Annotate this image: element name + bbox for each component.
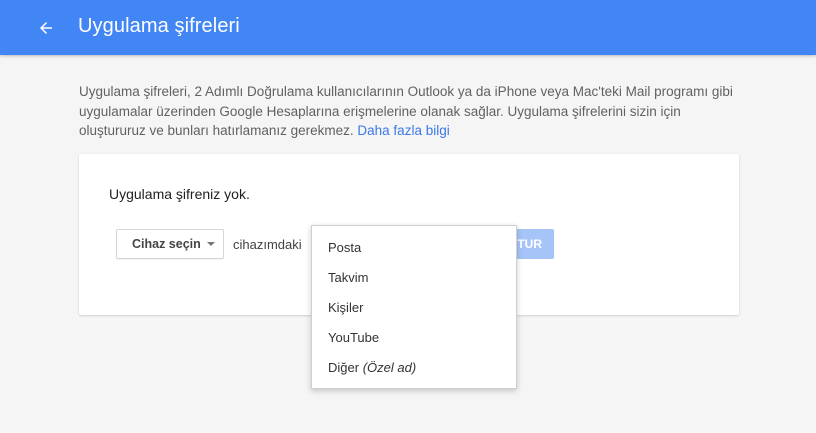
arrow-back-icon xyxy=(40,22,52,34)
device-suffix-text: cihazımdaki xyxy=(233,237,302,252)
intro-text: Uygulama şifreleri, 2 Adımlı Doğrulama k… xyxy=(79,82,739,141)
menu-item-label: Posta xyxy=(328,239,362,255)
menu-item-label: Diğer xyxy=(328,359,360,375)
menu-item-diger[interactable]: Diğer (Özel ad) xyxy=(312,352,516,382)
empty-state-text: Uygulama şifreniz yok. xyxy=(109,186,250,202)
app-header: Uygulama şifreleri xyxy=(0,0,816,55)
menu-item-takvim[interactable]: Takvim xyxy=(312,262,516,292)
menu-item-note: (Özel ad) xyxy=(362,359,417,375)
menu-item-label: YouTube xyxy=(328,329,380,345)
menu-item-kisiler[interactable]: Kişiler xyxy=(312,292,516,322)
chevron-down-icon xyxy=(207,242,215,246)
menu-item-youtube[interactable]: YouTube xyxy=(312,322,516,352)
device-select[interactable]: Cihaz seçin xyxy=(116,229,224,259)
menu-item-posta[interactable]: Posta xyxy=(312,232,516,262)
menu-item-label: Takvim xyxy=(328,269,369,285)
learn-more-link[interactable]: Daha fazla bilgi xyxy=(357,123,449,138)
page-title: Uygulama şifreleri xyxy=(78,15,240,37)
back-button[interactable] xyxy=(34,16,58,40)
menu-item-label: Kişiler xyxy=(328,299,364,315)
device-select-label: Cihaz seçin xyxy=(132,237,201,251)
app-select-menu: Posta Takvim Kişiler YouTube Diğer (Özel… xyxy=(311,225,517,389)
